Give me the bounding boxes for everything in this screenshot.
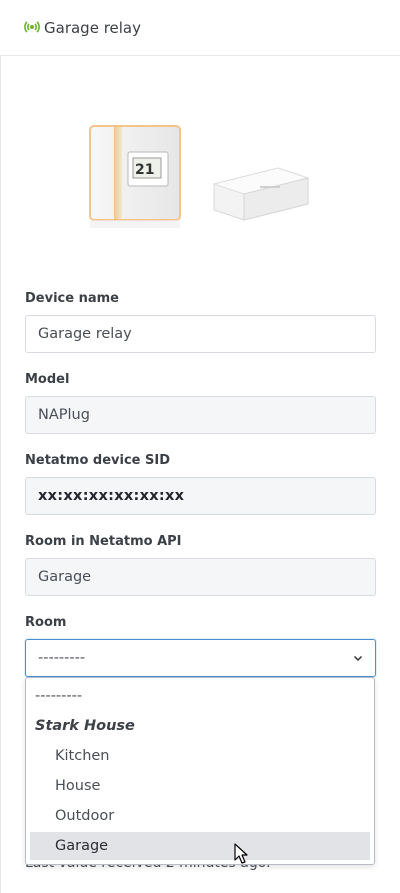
dropdown-option-empty[interactable]: --------- — [26, 682, 374, 710]
chevron-down-icon — [353, 655, 363, 662]
page-title: Garage relay — [44, 19, 141, 37]
room-select[interactable]: --------- — [25, 639, 376, 677]
model-label: Model — [25, 372, 70, 387]
room-api-value: Garage — [38, 569, 92, 585]
svg-text:21: 21 — [135, 162, 154, 178]
room-api-field: Garage — [25, 558, 376, 596]
dropdown-option-kitchen[interactable]: Kitchen — [26, 742, 374, 770]
model-value: NAPlug — [38, 407, 90, 423]
sid-label: Netatmo device SID — [25, 453, 170, 468]
sid-value: xx:xx:xx:xx:xx:xx — [38, 488, 185, 504]
device-name-value: Garage relay — [38, 326, 132, 342]
room-label: Room — [25, 615, 67, 630]
room-select-value: --------- — [38, 650, 86, 666]
sid-field: xx:xx:xx:xx:xx:xx — [25, 477, 376, 515]
room-api-label: Room in Netatmo API — [25, 534, 182, 549]
device-name-input[interactable]: Garage relay — [25, 315, 376, 353]
dropdown-group-label: Stark House — [35, 718, 135, 734]
dropdown-option-garage[interactable]: Garage — [30, 832, 370, 860]
dropdown-option-outdoor[interactable]: Outdoor — [26, 802, 374, 830]
wifi-signal-icon — [24, 21, 40, 33]
mouse-cursor-icon — [234, 843, 248, 864]
device-product-image: 21 — [89, 125, 310, 228]
header: Garage relay — [0, 0, 400, 56]
room-dropdown-list: --------- Stark House Kitchen House Outd… — [25, 677, 375, 865]
device-name-label: Device name — [25, 291, 119, 306]
model-field: NAPlug — [25, 396, 376, 434]
dropdown-option-house[interactable]: House — [26, 772, 374, 800]
